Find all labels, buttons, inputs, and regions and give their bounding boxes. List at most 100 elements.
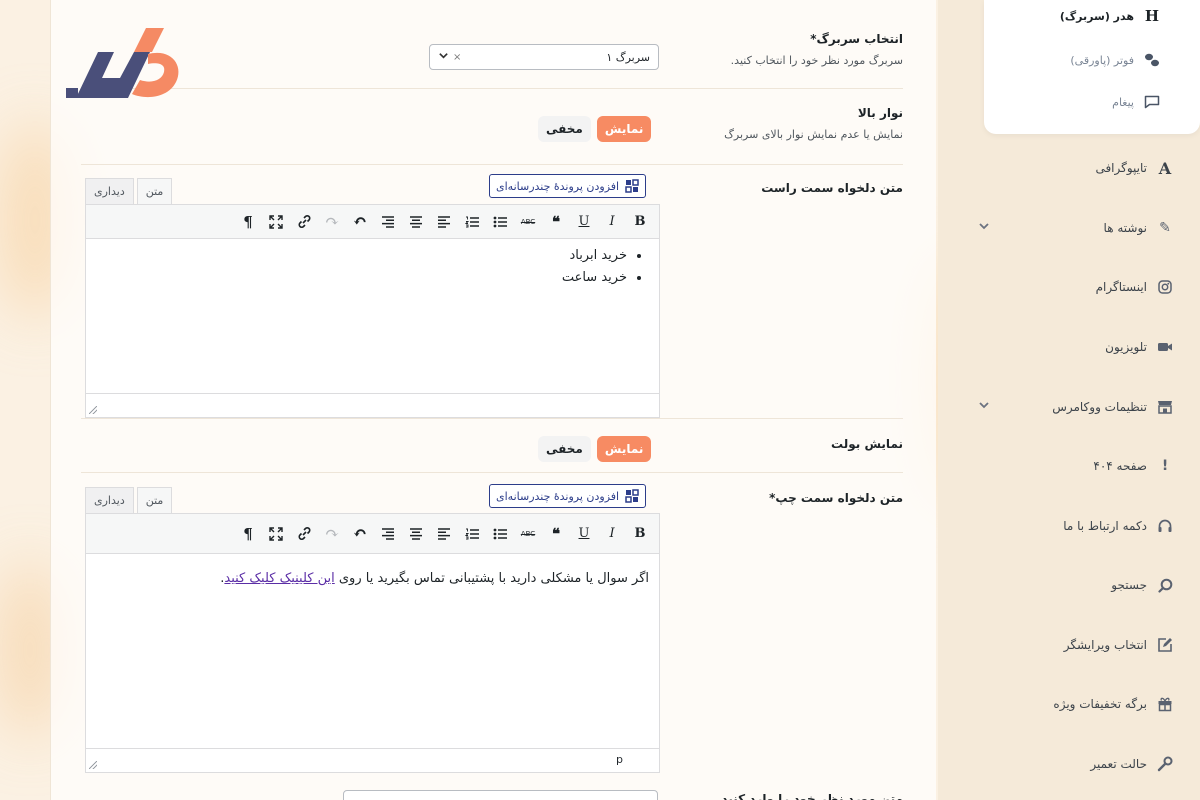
media-icon xyxy=(625,179,639,193)
redo-button[interactable]: ↷ xyxy=(319,209,345,235)
rtl-button[interactable]: ¶ xyxy=(235,521,261,547)
sidebar-item-typography[interactable]: A تایپوگرافی xyxy=(970,150,1200,186)
top-bar-toggle: نمایش مخفی xyxy=(538,116,652,142)
sidebar-item-label: جستجو xyxy=(1111,578,1147,592)
editor-link[interactable]: این کلینیک کلیک کنید xyxy=(224,571,334,586)
left-text-label: متن دلخواه سمت چپ* xyxy=(769,491,903,505)
sidebar-item-404[interactable]: ! صفحه ۴۰۴ xyxy=(970,448,1200,484)
resize-handle[interactable] xyxy=(89,406,97,414)
align-right-button[interactable] xyxy=(375,209,401,235)
sidebar-item-instagram[interactable]: اینستاگرام xyxy=(970,269,1200,305)
align-left-button[interactable] xyxy=(431,521,457,547)
editor-toolbar: B I U ❝ ABC ↶ ↷ ¶ xyxy=(86,205,659,239)
align-left-button[interactable] xyxy=(431,209,457,235)
footer-icon xyxy=(1144,52,1160,68)
italic-button[interactable]: I xyxy=(599,209,625,235)
sidebar-item-label: حالت تعمیر xyxy=(1090,757,1147,771)
editor-content[interactable]: خرید ابرباد خرید ساعت xyxy=(86,239,659,295)
align-center-button[interactable] xyxy=(403,209,429,235)
sidebar-item-offers[interactable]: برگه تخفیفات ویژه xyxy=(970,686,1200,722)
tab-visual[interactable]: دیداری xyxy=(85,178,134,204)
tab-text[interactable]: متن xyxy=(136,178,173,204)
add-media-label: افزودن پروندهٔ چندرسانه‌ای xyxy=(496,489,620,503)
align-right-button[interactable] xyxy=(375,521,401,547)
resize-handle[interactable] xyxy=(89,761,97,769)
bold-button[interactable]: B xyxy=(627,209,653,235)
headset-icon xyxy=(1156,517,1174,535)
settings-sidebar: H هدر (سربرگ) فوتر (پاورقی) پیغام A تایپ… xyxy=(938,0,1200,800)
sidebar-item-search[interactable]: جستجو xyxy=(970,567,1200,603)
chevron-down-icon[interactable] xyxy=(978,399,990,414)
undo-button[interactable]: ↶ xyxy=(347,209,373,235)
sidebar-subitem-message[interactable]: پیغام xyxy=(1112,94,1160,110)
sidebar-subitem-label: هدر (سربرگ) xyxy=(1059,9,1134,23)
sidebar-subitem-footer[interactable]: فوتر (پاورقی) xyxy=(1070,52,1160,68)
divider xyxy=(81,164,903,165)
sidebar-item-label: صفحه ۴۰۴ xyxy=(1093,459,1147,473)
strikethrough-button[interactable]: ABC xyxy=(515,209,541,235)
bullet-hide-option[interactable]: مخفی xyxy=(538,436,591,462)
sidebar-item-editor[interactable]: انتخاب ویرایشگر xyxy=(970,627,1200,663)
bottom-row-input[interactable] xyxy=(343,790,658,800)
chevron-down-icon[interactable] xyxy=(978,220,990,235)
align-center-button[interactable] xyxy=(403,521,429,547)
fullscreen-button[interactable] xyxy=(263,521,289,547)
store-icon xyxy=(1156,398,1174,416)
fullscreen-button[interactable] xyxy=(263,209,289,235)
underline-button[interactable]: U xyxy=(571,209,597,235)
video-icon xyxy=(1156,338,1174,356)
tab-text[interactable]: متن xyxy=(136,487,173,513)
sidebar-item-tv[interactable]: تلویزیون xyxy=(970,329,1200,365)
rtl-button[interactable]: ¶ xyxy=(235,209,261,235)
right-text-label: متن دلخواه سمت راست xyxy=(761,181,903,195)
element-path[interactable]: p xyxy=(616,753,623,766)
editor-content[interactable]: اگر سوال یا مشکلی دارید با پشتیبانی تماس… xyxy=(86,554,659,596)
underline-button[interactable]: U xyxy=(571,521,597,547)
sidebar-item-woocommerce[interactable]: تنظیمات ووکامرس xyxy=(970,389,1200,425)
quote-button[interactable]: ❝ xyxy=(543,521,569,547)
editor-tabs: متن دیداری xyxy=(85,487,173,513)
divider xyxy=(81,88,903,89)
sidebar-item-maintenance[interactable]: حالت تعمیر xyxy=(970,746,1200,782)
top-bar-hide-option[interactable]: مخفی xyxy=(538,116,591,142)
add-media-button[interactable]: افزودن پروندهٔ چندرسانه‌ای xyxy=(489,174,647,198)
header-select[interactable]: سربرگ ۱ × xyxy=(429,44,659,70)
chevron-down-icon[interactable] xyxy=(438,50,449,64)
numbered-list-button[interactable] xyxy=(459,209,485,235)
sidebar-item-posts[interactable]: ✎ نوشته ها xyxy=(970,210,1200,246)
header-select-desc: سربرگ مورد نظر خود را انتخاب کنید. xyxy=(730,54,903,67)
redo-button[interactable]: ↷ xyxy=(319,521,345,547)
sidebar-item-label: تایپوگرافی xyxy=(1095,161,1147,175)
right-text-editor: B I U ❝ ABC ↶ ↷ ¶ خرید ابرباد خرید ساعت xyxy=(85,204,660,418)
sidebar-item-label: انتخاب ویرایشگر xyxy=(1063,638,1147,652)
clear-icon[interactable]: × xyxy=(453,52,461,63)
sidebar-subitem-header[interactable]: H هدر (سربرگ) xyxy=(1059,7,1160,25)
bullet-list-button[interactable] xyxy=(487,209,513,235)
bold-button[interactable]: B xyxy=(627,521,653,547)
bullet-show-option[interactable]: نمایش xyxy=(596,436,652,462)
sidebar-subpanel: H هدر (سربرگ) فوتر (پاورقی) پیغام xyxy=(984,0,1200,134)
quote-button[interactable]: ❝ xyxy=(543,209,569,235)
message-icon xyxy=(1144,94,1160,110)
numbered-list-button[interactable] xyxy=(459,521,485,547)
sidebar-item-label: تنظیمات ووکامرس xyxy=(1052,400,1147,414)
instagram-icon xyxy=(1156,278,1174,296)
sidebar-item-label: اینستاگرام xyxy=(1095,280,1147,294)
top-bar-show-option[interactable]: نمایش xyxy=(596,116,652,142)
add-media-button[interactable]: افزودن پروندهٔ چندرسانه‌ای xyxy=(489,484,647,508)
divider xyxy=(81,472,903,473)
undo-button[interactable]: ↶ xyxy=(347,521,373,547)
link-button[interactable] xyxy=(291,521,317,547)
italic-button[interactable]: I xyxy=(599,521,625,547)
sidebar-item-contact-button[interactable]: دکمه ارتباط با ما xyxy=(970,508,1200,544)
link-button[interactable] xyxy=(291,209,317,235)
strikethrough-button[interactable]: ABC xyxy=(515,521,541,547)
tab-visual[interactable]: دیداری xyxy=(85,487,134,513)
bullet-list-button[interactable] xyxy=(487,521,513,547)
gift-icon xyxy=(1156,695,1174,713)
exclamation-icon: ! xyxy=(1161,458,1169,474)
edit-box-icon xyxy=(1156,636,1174,654)
search-icon xyxy=(1156,576,1174,594)
wrench-icon xyxy=(1156,755,1174,773)
editor-toolbar: B I U ❝ ABC ↶ ↷ ¶ xyxy=(86,514,659,554)
